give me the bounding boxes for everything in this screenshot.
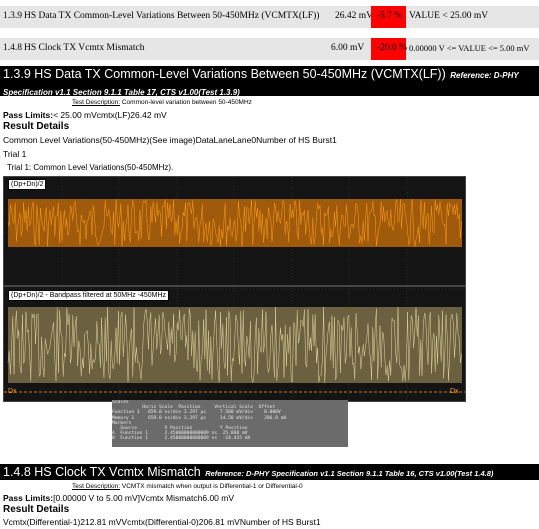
scope-screenshot: (Dp+Dn)/2 (Dp+Dn)/2 - Bandpass filtered … [3, 176, 466, 402]
result-details-heading: Result Details [3, 504, 70, 515]
marker-right: Dx [450, 388, 459, 395]
test-description: Test Description: Common-level variation… [72, 99, 252, 106]
summary-num: 1.3.9 [3, 11, 22, 21]
scope-label-top: (Dp+Dn)/2 [8, 179, 47, 190]
summary-value: 6.00 mV [331, 43, 365, 53]
summary-limit: VALUE < 25.00 mV [409, 11, 489, 21]
result-details-heading: Result Details [3, 121, 70, 132]
test-description: Test Description: VCMTX mismatch when ou… [72, 483, 303, 490]
summary-name: HS Data TX Common-Level Variations Betwe… [24, 11, 320, 21]
trial-label: Trial 1 [3, 149, 27, 159]
scope-traces [4, 177, 465, 401]
section-header: 1.3.9 HS Data TX Common-Level Variations… [0, 66, 539, 97]
section-header: 1.4.8 HS Clock TX Vcmtx Mismatch Referen… [0, 464, 539, 480]
result-line: Common Level Variations(50-450MHz)(See i… [3, 135, 337, 145]
scope-label-bottom: (Dp+Dn)/2 - Bandpass filtered at 50MHz -… [8, 290, 170, 301]
summary-pct: -5.7 % [377, 11, 403, 21]
summary-name: HS Clock TX Vcmtx Mismatch [24, 43, 145, 53]
summary-value: 26.42 mV [335, 11, 373, 21]
result-line: Vcmtx(Differential-1)212.81 mVVcmtx(Diff… [3, 517, 321, 527]
marker-left: Dx [8, 388, 17, 395]
summary-limit: 0.00000 V <= VALUE <= 5.00 mV [409, 43, 530, 53]
summary-num: 1.4.8 [3, 43, 22, 53]
scope-info-panel: Scales Horiz Scale Position Vertical Sca… [112, 400, 348, 447]
pass-limits: Pass Limits:< 25.00 mVcmtx(LF)26.42 mV [3, 110, 167, 120]
trial-caption: Trial 1: Common Level Variations(50-450M… [7, 163, 174, 172]
section-title: 1.3.9 HS Data TX Common-Level Variations… [3, 67, 446, 81]
summary-row: 1.4.8 HS Clock TX Vcmtx Mismatch 6.00 mV… [0, 38, 539, 60]
section-title: 1.4.8 HS Clock TX Vcmtx Mismatch [3, 465, 201, 479]
summary-row: 1.3.9 HS Data TX Common-Level Variations… [0, 6, 539, 28]
section-reference: Reference: D-PHY Specification v1.1 Sect… [205, 469, 494, 478]
summary-pct: -20.0 % [377, 43, 408, 53]
pass-limits: Pass Limits:[0.00000 V to 5.00 mV]Vcmtx … [3, 493, 235, 503]
